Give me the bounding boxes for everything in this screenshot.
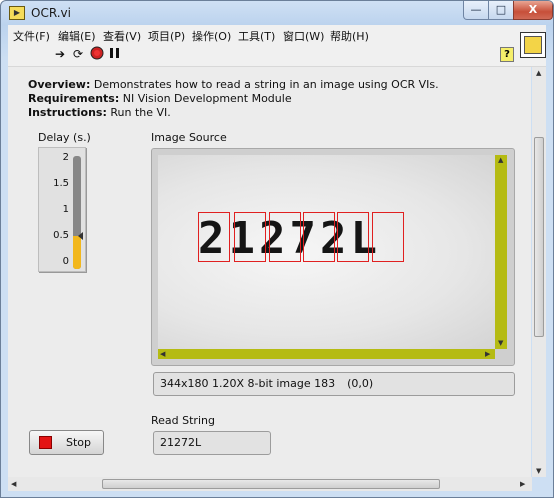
requirements-label: Requirements: [28, 92, 120, 105]
scroll-left-icon[interactable]: ◀ [11, 480, 16, 488]
scroll-up-icon[interactable]: ▲ [536, 69, 541, 77]
slider-fill [73, 235, 81, 269]
read-string-label: Read String [151, 414, 215, 427]
image-coordinates: (0,0) [347, 377, 374, 390]
stop-button[interactable]: Stop [29, 430, 104, 455]
toolbar: ➔ ⟳ ? [8, 44, 546, 67]
roi-box [234, 212, 266, 262]
scroll-down-icon[interactable]: ▼ [536, 467, 541, 475]
image-info-bar: 344x180 1.20X 8-bit image 183 (0,0) [153, 372, 515, 396]
pause-icon[interactable] [107, 46, 123, 62]
delay-slider[interactable]: 2 1.5 1 0.5 0 [38, 147, 86, 272]
vi-window: ▶ OCR.vi — □ X 文件(F) 编辑(E) 查看(V) 项目(P) 操… [0, 0, 554, 498]
instructions-label: Instructions: [28, 106, 107, 119]
delay-tick: 0.5 [53, 230, 69, 241]
delay-tick: 1.5 [53, 178, 69, 189]
menu-project[interactable]: 项目(P) [148, 28, 185, 44]
scroll-right-icon[interactable]: ▶ [485, 350, 490, 358]
menu-window[interactable]: 窗口(W) [283, 28, 324, 44]
instructions-line: Instructions: Run the VI. [28, 106, 171, 119]
title-bar[interactable]: ▶ OCR.vi — □ X [1, 1, 553, 25]
roi-box [198, 212, 230, 262]
panel-horizontal-scrollbar[interactable]: ◀ ▶ [8, 477, 532, 491]
menu-file[interactable]: 文件(F) [13, 28, 50, 44]
run-continuous-icon[interactable]: ⟳ [70, 46, 86, 62]
scroll-left-icon[interactable]: ◀ [160, 350, 165, 358]
read-string-indicator: 21272L [153, 431, 271, 455]
delay-tick: 1 [62, 204, 69, 215]
maximize-button[interactable]: □ [488, 1, 514, 20]
image-horizontal-scrollbar[interactable]: ◀ ▶ [158, 349, 495, 359]
stop-icon [39, 436, 52, 449]
scrollbar-thumb[interactable] [534, 137, 544, 337]
menu-tools[interactable]: 工具(T) [238, 28, 275, 44]
close-button[interactable]: X [513, 1, 553, 20]
scroll-down-icon[interactable]: ▼ [498, 339, 503, 347]
minimize-button[interactable]: — [463, 1, 489, 20]
roi-box [269, 212, 301, 262]
roi-box [372, 212, 404, 262]
menu-help[interactable]: 帮助(H) [330, 28, 369, 44]
scrollbar-thumb[interactable] [102, 479, 440, 489]
stop-button-label: Stop [66, 436, 92, 449]
scroll-up-icon[interactable]: ▲ [498, 156, 503, 164]
roi-box [337, 212, 369, 262]
roi-box [303, 212, 335, 262]
delay-label: Delay (s.) [38, 131, 91, 144]
vi-icon-graphic [524, 36, 542, 54]
image-info-text: 344x180 1.20X 8-bit image 183 [160, 377, 336, 390]
overview-line: Overview: Demonstrates how to read a str… [28, 78, 439, 91]
window-title: OCR.vi [31, 6, 71, 20]
menu-operate[interactable]: 操作(O) [192, 28, 231, 44]
run-arrow-icon[interactable]: ➔ [52, 46, 68, 62]
vi-connector-icon [520, 32, 546, 58]
labview-app-icon: ▶ [9, 6, 25, 20]
menu-bar: 文件(F) 编辑(E) 查看(V) 项目(P) 操作(O) 工具(T) 窗口(W… [8, 25, 546, 44]
instructions-text: Run the VI. [106, 106, 171, 119]
image-vertical-scrollbar[interactable]: ▲ ▼ [495, 155, 507, 349]
overview-text: Demonstrates how to read a string in an … [90, 78, 439, 91]
front-panel: Overview: Demonstrates how to read a str… [8, 67, 531, 477]
panel-vertical-scrollbar[interactable]: ▲ ▼ [532, 67, 546, 477]
scroll-right-icon[interactable]: ▶ [520, 480, 525, 488]
overview-label: Overview: [28, 78, 91, 91]
image-display[interactable]: 21272L ▲ ▼ ◀ ▶ [151, 148, 515, 366]
slider-thumb[interactable] [78, 231, 83, 240]
delay-tick: 2 [62, 152, 69, 163]
delay-tick: 0 [62, 256, 69, 267]
abort-icon[interactable] [89, 46, 105, 62]
requirements-line: Requirements: NI Vision Development Modu… [28, 92, 292, 105]
context-help-button[interactable]: ? [500, 47, 514, 62]
menu-edit[interactable]: 编辑(E) [58, 28, 96, 44]
image-source-label: Image Source [151, 131, 227, 144]
requirements-text: NI Vision Development Module [119, 92, 292, 105]
menu-view[interactable]: 查看(V) [103, 28, 141, 44]
image-canvas[interactable]: 21272L [158, 155, 495, 349]
